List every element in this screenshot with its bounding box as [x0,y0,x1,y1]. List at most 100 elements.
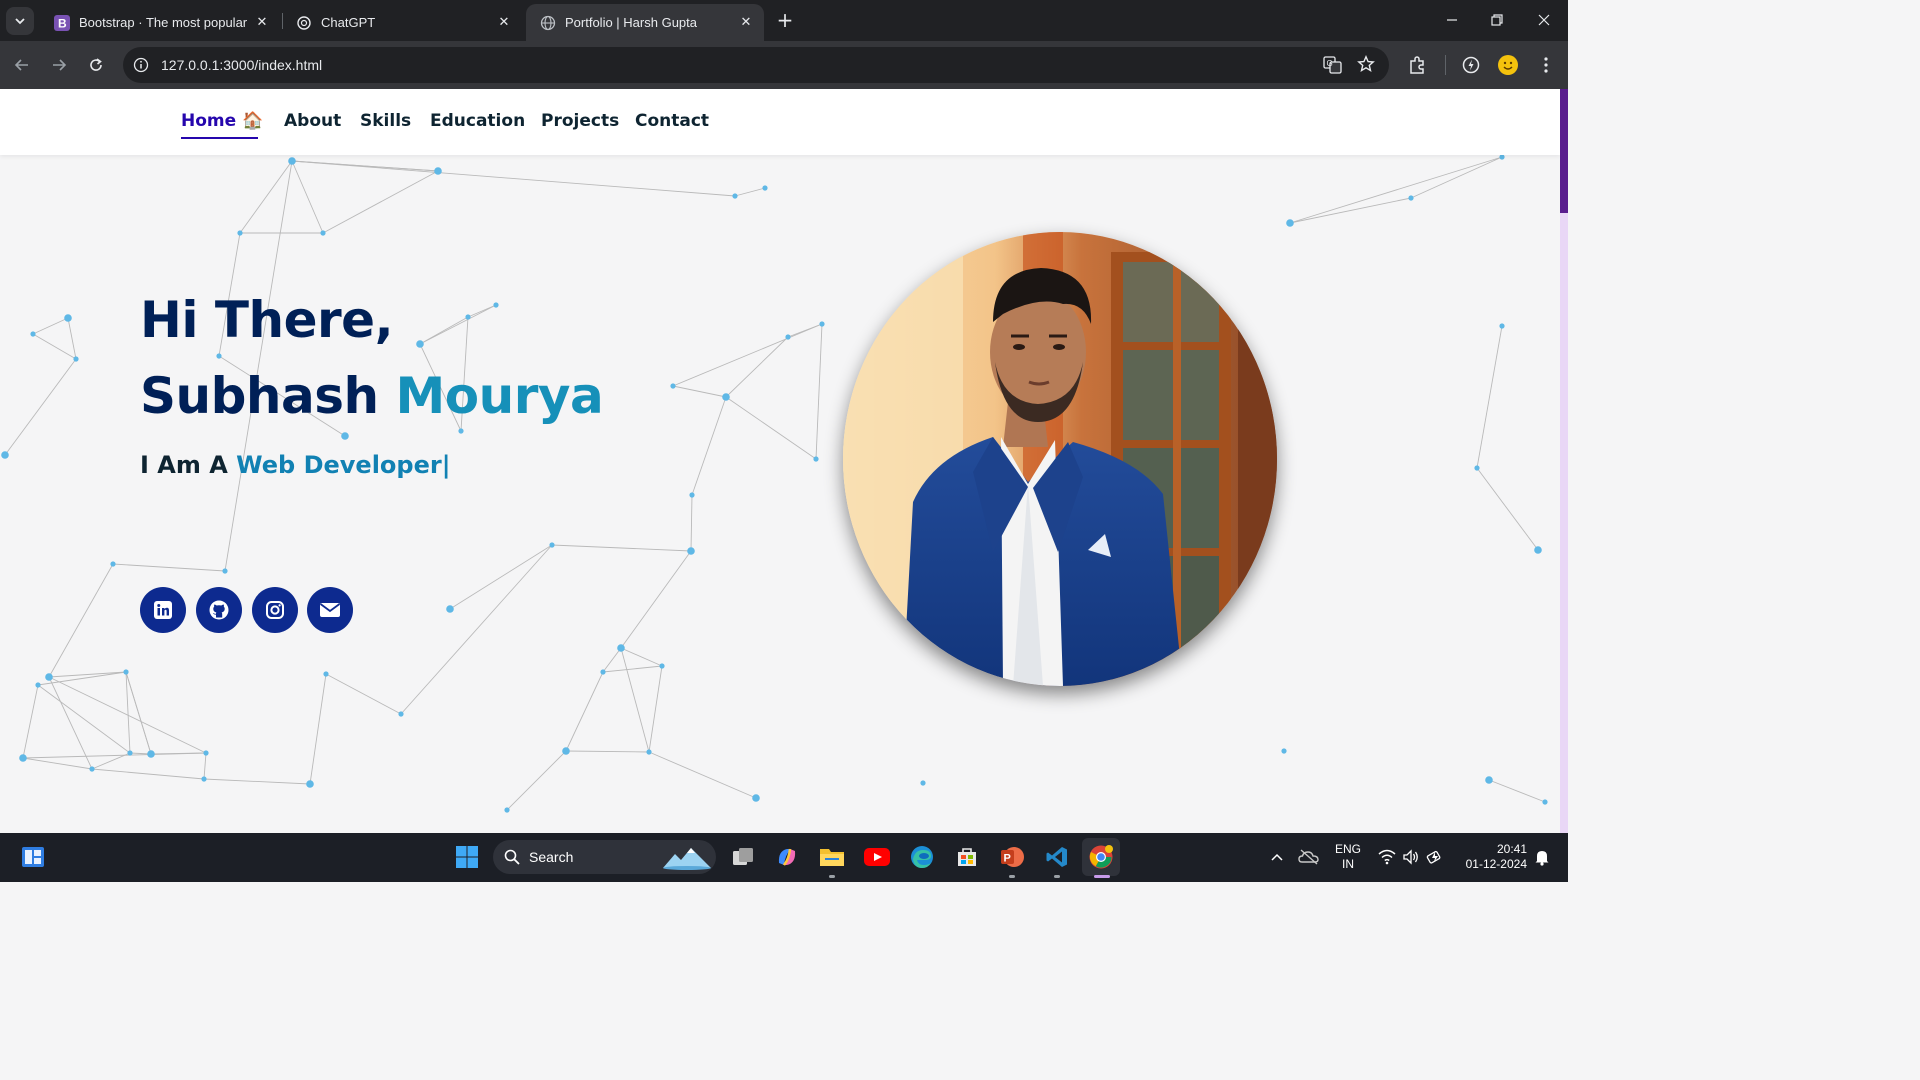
email-button[interactable] [307,587,353,633]
hero-first-name: Subhash [140,367,379,425]
hero-name: Subhash Mourya [140,367,604,425]
tray-overflow-chevron-icon[interactable] [1263,843,1291,871]
active-indicator [1094,875,1110,878]
network-node [341,432,349,440]
battery-charging-icon[interactable] [1421,843,1449,871]
hero-greeting: Hi There, [140,291,394,349]
network-node [687,547,695,555]
windows-taskbar: Search P ENG IN 20:41 01-12-2024 [0,833,1568,882]
new-tab-button[interactable]: + [774,10,796,32]
nav-contact[interactable]: Contact [635,111,709,131]
close-tab-icon[interactable]: ✕ [738,14,754,30]
taskbar-search-box[interactable]: Search [493,840,716,874]
tab-search-button[interactable] [6,7,34,35]
instagram-button[interactable] [252,587,298,633]
network-node [493,302,499,308]
network-node [1534,546,1542,554]
network-link [648,665,663,753]
nav-education[interactable]: Education [430,111,525,131]
page-scrollbar[interactable] [1560,89,1568,833]
network-link [322,170,439,234]
onedrive-offline-icon[interactable] [1295,843,1323,871]
network-node [722,393,730,401]
network-node [237,230,243,236]
network-node [1485,776,1493,784]
globe-icon [540,15,556,31]
network-link [734,187,766,197]
github-button[interactable] [196,587,242,633]
clock[interactable]: 20:41 01-12-2024 [1455,842,1527,872]
network-node [35,682,41,688]
linkedin-button[interactable] [140,587,186,633]
extensions-icon[interactable] [1405,53,1429,77]
network-link [506,750,567,811]
forward-icon[interactable] [47,53,71,77]
network-link [325,673,402,715]
network-link [1476,467,1539,551]
edge-icon[interactable] [908,843,936,871]
widgets-icon[interactable] [19,843,47,871]
tagline-typed-text: Web Developer| [236,451,451,479]
network-node [306,780,314,788]
network-node [288,157,296,165]
site-info-icon[interactable] [133,57,149,77]
email-icon [319,603,341,617]
translate-icon[interactable]: G [1323,56,1343,78]
nav-skills[interactable]: Skills [360,111,411,131]
network-node [416,340,424,348]
network-link [620,550,692,649]
performance-icon[interactable] [1459,53,1483,77]
hero-tagline: I Am A Web Developer| [140,451,450,479]
task-view-icon[interactable] [729,843,757,871]
tab-portfolio[interactable]: Portfolio | Harsh Gupta ✕ [526,4,764,41]
back-icon[interactable] [10,53,34,77]
bookmark-star-icon[interactable] [1357,55,1375,77]
network-link [725,336,789,398]
chrome-icon[interactable] [1082,838,1120,876]
network-link [551,544,692,552]
network-node [73,356,79,362]
running-indicator [829,875,835,878]
vscode-icon[interactable] [1043,843,1071,871]
powerpoint-icon[interactable]: P [998,843,1026,871]
network-link [32,317,69,335]
restore-icon[interactable] [1485,8,1509,32]
windows-start-icon[interactable] [453,843,481,871]
profile-avatar[interactable] [1496,53,1520,77]
nav-active-underline [181,137,258,139]
close-window-icon[interactable] [1532,8,1556,32]
menu-kebab-icon[interactable] [1534,53,1558,77]
microsoft-store-icon[interactable] [953,843,981,871]
nav-projects[interactable]: Projects [541,111,619,131]
nav-about[interactable]: About [284,111,341,131]
minimize-icon[interactable] [1440,8,1464,32]
network-node [201,776,207,782]
network-link [112,563,226,572]
nav-home[interactable]: Home 🏠 [181,111,263,131]
network-link [1289,156,1503,224]
toolbar-divider [1445,55,1446,75]
notification-bell-icon[interactable] [1528,843,1556,871]
file-explorer-icon[interactable] [818,843,846,871]
scrollbar-thumb[interactable] [1560,89,1568,213]
close-tab-icon[interactable]: ✕ [254,14,270,30]
network-node [813,456,819,462]
network-node [562,747,570,755]
network-link [565,671,604,752]
network-link [620,647,650,753]
tagline-prefix: I Am A [140,451,228,479]
reload-icon[interactable] [84,53,108,77]
copilot-icon[interactable] [773,843,801,871]
language-indicator[interactable]: ENG IN [1333,842,1363,872]
network-node [1286,219,1294,227]
tab-chatgpt[interactable]: ChatGPT ✕ [282,4,522,41]
network-link [67,317,77,360]
network-link [400,544,553,715]
network-link [1488,779,1546,803]
address-bar[interactable]: 127.0.0.1:3000/index.html G [123,47,1389,83]
close-tab-icon[interactable]: ✕ [496,14,512,30]
youtube-icon[interactable] [863,843,891,871]
tab-bootstrap[interactable]: B Bootstrap · The most popular HTML, CSS… [40,4,280,41]
network-link [467,304,497,318]
network-node [398,711,404,717]
